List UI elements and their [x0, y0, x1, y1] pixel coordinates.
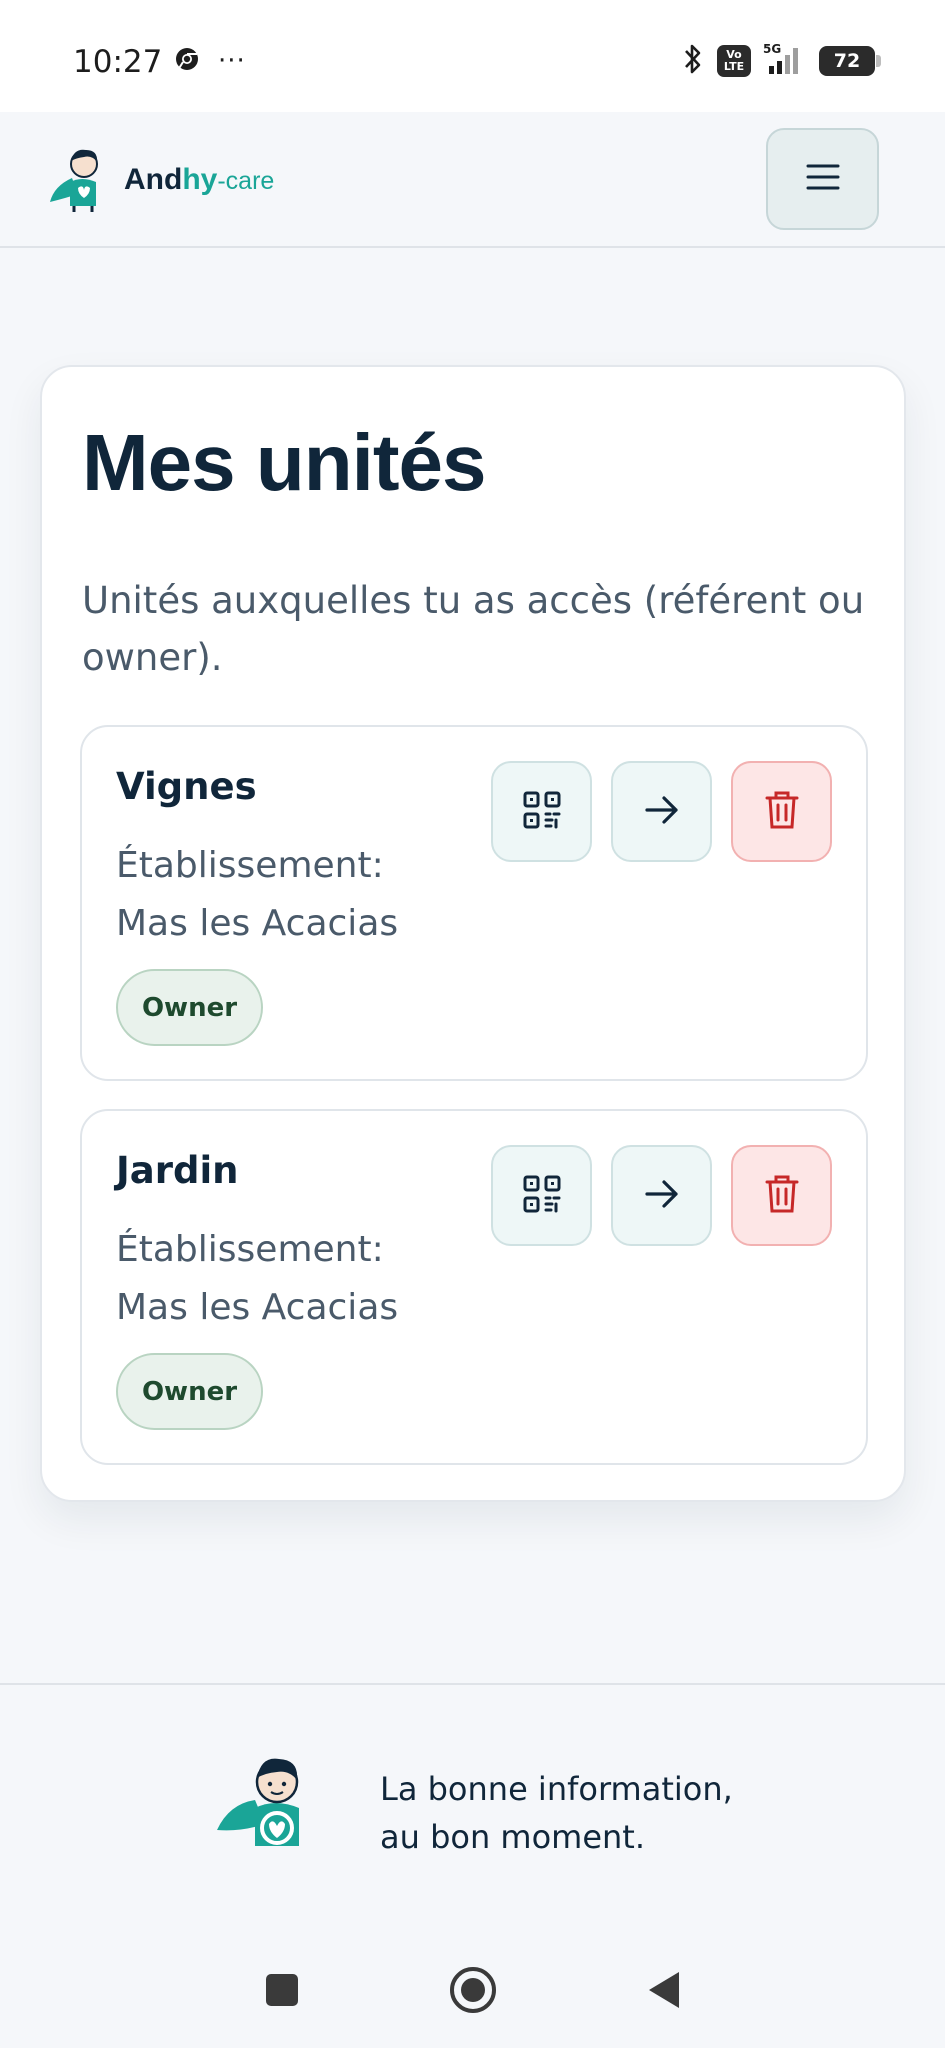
role-badge: Owner	[116, 1353, 263, 1430]
status-time: 10:27	[73, 44, 163, 80]
trash-icon	[765, 1174, 799, 1218]
page-subtitle: Unités auxquelles tu as accès (référent …	[82, 579, 865, 679]
qr-code-button[interactable]	[491, 1145, 592, 1246]
footer-tagline: La bonne information, au bon moment.	[380, 1770, 733, 1856]
battery-indicator: 72	[819, 46, 881, 76]
menu-button[interactable]	[766, 128, 879, 230]
hamburger-icon	[806, 163, 840, 195]
home-button[interactable]	[449, 1966, 497, 2018]
status-bar: 10:27 ··· Vo LTE 5G 72	[0, 0, 945, 112]
units-panel: Mes unités Unités auxquelles tu as accès…	[40, 365, 906, 1502]
qr-code-icon	[523, 791, 561, 833]
recents-button[interactable]	[265, 1973, 299, 2011]
qr-code-button[interactable]	[491, 761, 592, 862]
status-left-icons: ···	[174, 46, 246, 76]
mascot-illustration-icon	[215, 1750, 327, 1854]
delete-unit-button[interactable]	[731, 761, 832, 862]
trash-icon	[765, 790, 799, 834]
bluetooth-icon	[681, 42, 705, 80]
arrow-right-icon	[644, 794, 680, 830]
open-unit-button[interactable]	[611, 1145, 712, 1246]
open-unit-button[interactable]	[611, 761, 712, 862]
chrome-icon	[174, 46, 200, 76]
volte-badge: Vo LTE	[717, 45, 751, 77]
unit-card: Vignes Établissement: Mas les Acacias Ow…	[80, 725, 868, 1081]
unit-name: Jardin	[116, 1149, 239, 1192]
unit-establishment: Établissement: Mas les Acacias	[116, 1229, 399, 1328]
unit-establishment: Établissement: Mas les Acacias	[116, 845, 399, 944]
signal-icon: 5G	[763, 42, 807, 78]
page-title: Mes unités	[82, 418, 486, 507]
mascot-logo-icon	[48, 142, 120, 218]
app-logo[interactable]: Andhy-care	[48, 142, 274, 218]
qr-code-icon	[523, 1175, 561, 1217]
system-nav-bar	[0, 1936, 945, 2048]
app-header: Andhy-care	[0, 112, 945, 248]
unit-actions	[491, 761, 832, 862]
role-badge: Owner	[116, 969, 263, 1046]
arrow-right-icon	[644, 1178, 680, 1214]
unit-card: Jardin Établissement: Mas les Acacias Ow…	[80, 1109, 868, 1465]
logo-text: Andhy-care	[124, 163, 275, 196]
more-notifications-icon: ···	[218, 46, 246, 76]
status-right-icons: Vo LTE 5G 72	[681, 42, 881, 80]
unit-name: Vignes	[116, 765, 257, 808]
back-button[interactable]	[647, 1970, 681, 2014]
delete-unit-button[interactable]	[731, 1145, 832, 1246]
unit-actions	[491, 1145, 832, 1246]
